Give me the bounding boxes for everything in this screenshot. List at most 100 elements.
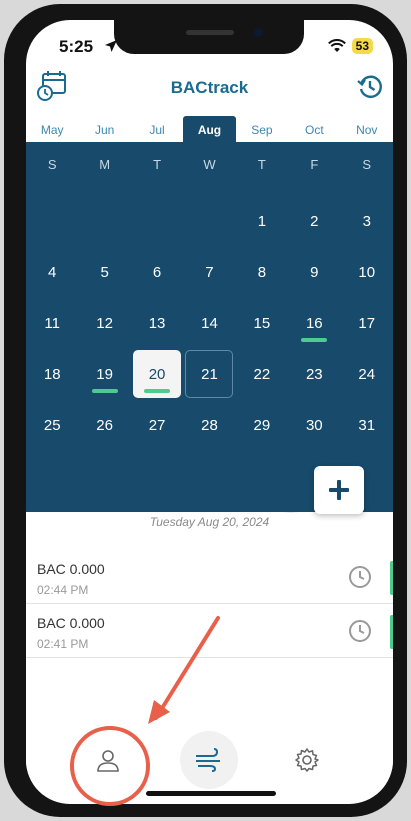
- weekday-header: S M T W T F S: [26, 157, 393, 172]
- clock-icon[interactable]: [348, 565, 372, 589]
- calendar-week: 4 5 6 7 8 9 10: [26, 251, 393, 302]
- calendar-day[interactable]: 17: [341, 302, 393, 353]
- calendar-day[interactable]: 30: [288, 404, 340, 455]
- calendar-day[interactable]: 20: [131, 350, 183, 404]
- wind-icon: [196, 748, 220, 772]
- tab-profile[interactable]: [79, 731, 137, 789]
- app-title: BACtrack: [170, 78, 249, 97]
- status-indicators: 53: [327, 38, 373, 54]
- tab-month-jul[interactable]: Jul: [131, 116, 183, 142]
- reading-marker: [301, 338, 328, 342]
- calendar-week: 25 26 27 28 29 30 31: [26, 404, 393, 455]
- calendar-day[interactable]: 9: [288, 251, 340, 302]
- weekday-label: M: [99, 157, 111, 172]
- calendar-day[interactable]: 31: [341, 404, 393, 455]
- calendar-empty-cell: [131, 200, 183, 251]
- day-number: 6: [152, 263, 162, 281]
- calendar-empty-cell: [183, 200, 235, 251]
- calendar-week: 1 2 3: [26, 200, 393, 251]
- calendar-day[interactable]: 11: [26, 302, 78, 353]
- battery-indicator: 53: [351, 38, 373, 54]
- reading-marker: [144, 389, 171, 393]
- day-number: 1: [257, 212, 267, 230]
- calendar-day[interactable]: 27: [131, 404, 183, 455]
- calendar-day[interactable]: 25: [26, 404, 78, 455]
- plus-icon: [329, 480, 349, 500]
- calendar-day[interactable]: 2: [288, 200, 340, 251]
- day-number: 7: [205, 263, 214, 281]
- calendar-week: 18 19 20 21 22 23 24: [26, 350, 393, 404]
- day-number: 18: [43, 365, 61, 383]
- weekday-label: S: [47, 157, 57, 172]
- calendar-day[interactable]: 14: [183, 302, 235, 353]
- person-icon: [97, 750, 119, 772]
- calendar-day[interactable]: 7: [183, 251, 235, 302]
- calendar-day[interactable]: 12: [78, 302, 130, 353]
- day-number: 2: [310, 212, 319, 230]
- calendar-day[interactable]: 4: [26, 251, 78, 302]
- weekday-label: T: [257, 157, 266, 172]
- tab-month-nov[interactable]: Nov: [341, 116, 393, 142]
- day-number: 17: [358, 314, 376, 332]
- tab-breath-test[interactable]: [180, 731, 238, 789]
- clock-icon[interactable]: [348, 619, 372, 643]
- calendar-day[interactable]: 13: [131, 302, 183, 353]
- calendar-grid: 1 2 3 4 5 6 7 8 9 10 11 12 13 14 15 16 17 18 19 20 21 22 23 24 2…: [26, 200, 393, 455]
- calendar-day[interactable]: 8: [236, 251, 288, 302]
- reading-row[interactable]: BAC 0.000 02:44 PM: [26, 551, 393, 604]
- speaker-grille: [186, 30, 234, 35]
- calendar-day[interactable]: 26: [78, 404, 130, 455]
- day-number: 11: [44, 314, 60, 332]
- calendar-day[interactable]: 23: [288, 353, 340, 404]
- calendar-day[interactable]: 22: [236, 353, 288, 404]
- tab-month-oct[interactable]: Oct: [288, 116, 340, 142]
- day-number: 30: [305, 416, 323, 434]
- day-number: 3: [362, 212, 371, 230]
- calendar-day[interactable]: 29: [236, 404, 288, 455]
- calendar-day[interactable]: 1: [236, 200, 288, 251]
- calendar-day[interactable]: 28: [183, 404, 235, 455]
- day-number: 26: [96, 416, 113, 434]
- weekday-label: S: [362, 157, 372, 172]
- calendar-day[interactable]: 16: [288, 302, 340, 353]
- calendar-day[interactable]: 21: [183, 350, 235, 404]
- day-number: 14: [201, 314, 218, 332]
- status-time: 5:25: [59, 37, 94, 56]
- calendar-day[interactable]: 10: [341, 251, 393, 302]
- calendar-day[interactable]: 6: [131, 251, 183, 302]
- bac-value: BAC 0.000: [37, 561, 105, 577]
- calendar-week: 11 12 13 14 15 16 17: [26, 302, 393, 353]
- calendar-day[interactable]: 18: [26, 353, 78, 404]
- day-number: 9: [310, 263, 319, 281]
- selected-date-label: Tuesday Aug 20, 2024: [149, 515, 270, 529]
- calendar-day[interactable]: 15: [236, 302, 288, 353]
- calendar-day[interactable]: 5: [78, 251, 130, 302]
- day-number: 15: [253, 314, 271, 332]
- reading-row[interactable]: BAC 0.000 02:41 PM: [26, 605, 393, 658]
- calendar-empty-cell: [78, 200, 130, 251]
- calendar-day[interactable]: 3: [341, 200, 393, 251]
- tab-month-may[interactable]: May: [26, 116, 78, 142]
- reading-status-bar: [390, 615, 393, 649]
- history-icon[interactable]: [357, 74, 383, 100]
- day-number: 13: [148, 314, 166, 332]
- reading-time: 02:44 PM: [37, 583, 89, 597]
- tab-bar: [26, 725, 393, 795]
- tab-settings[interactable]: [278, 731, 336, 789]
- wifi-icon: [327, 39, 346, 52]
- day-number: 31: [358, 416, 376, 434]
- day-number: 21: [185, 350, 234, 398]
- weekday-label: W: [203, 157, 216, 172]
- app-screen: 5:25 53 BACtrack May Jun Jul Aug Sep Oct…: [26, 20, 393, 804]
- add-reading-button[interactable]: [314, 466, 364, 514]
- day-number: 27: [148, 416, 166, 434]
- bac-value: BAC 0.000: [37, 615, 105, 631]
- day-number: 8: [257, 263, 267, 281]
- calendar-day[interactable]: 19: [78, 353, 130, 404]
- calendar-day[interactable]: 24: [341, 353, 393, 404]
- tab-month-aug[interactable]: Aug: [183, 116, 236, 142]
- calendar-empty-cell: [26, 200, 78, 251]
- day-number: 22: [253, 365, 271, 383]
- tab-month-sep[interactable]: Sep: [236, 116, 288, 142]
- tab-month-jun[interactable]: Jun: [78, 116, 130, 142]
